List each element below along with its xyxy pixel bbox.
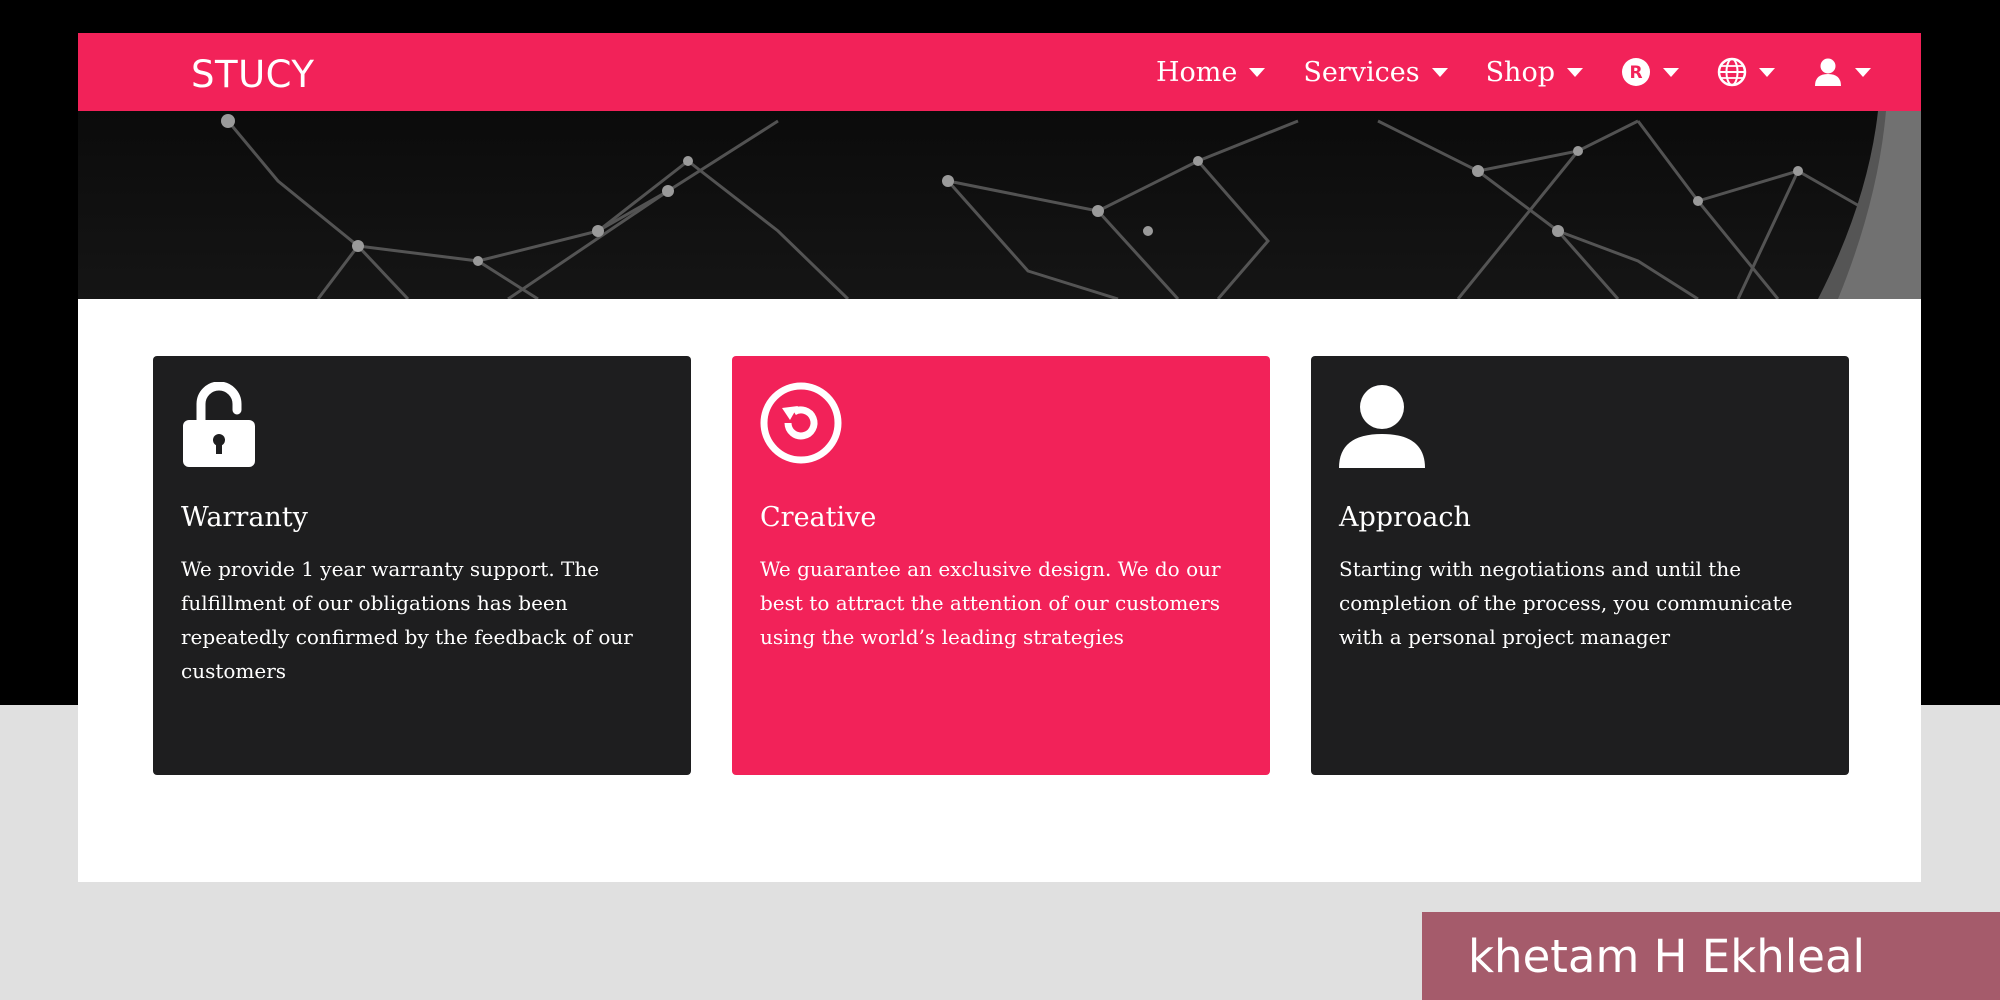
nav-item-label: Shop bbox=[1485, 56, 1555, 88]
nav-item-services[interactable]: Services bbox=[1303, 56, 1448, 88]
feature-title: Creative bbox=[760, 502, 877, 533]
caret-down-icon bbox=[1663, 67, 1679, 77]
user-icon bbox=[1815, 58, 1841, 86]
caret-down-icon bbox=[1855, 67, 1871, 77]
feature-card-creative: Creative We guarantee an exclusive desig… bbox=[732, 356, 1270, 775]
unlock-icon bbox=[183, 382, 255, 467]
nav-item-shop[interactable]: Shop bbox=[1486, 57, 1583, 88]
author-watermark: khetam H Ekhleal bbox=[1422, 912, 2000, 1000]
nav-item-label: Home bbox=[1155, 56, 1238, 88]
caret-down-icon bbox=[1249, 67, 1266, 77]
nav-item-home[interactable]: Home bbox=[1155, 56, 1266, 88]
website-frame: STUCY Home Services Shop R Warranty We p… bbox=[78, 33, 1921, 882]
nav-item-label: Services bbox=[1303, 56, 1420, 88]
hero-banner bbox=[78, 111, 1921, 299]
globe-icon bbox=[1717, 57, 1747, 87]
feature-title: Warranty bbox=[181, 502, 308, 533]
feature-description: We guarantee an exclusive design. We do … bbox=[760, 557, 1221, 649]
refresh-circle-icon bbox=[760, 382, 842, 464]
feature-description: We provide 1 year warranty support. The … bbox=[181, 557, 633, 683]
feature-description: Starting with negotiations and until the… bbox=[1339, 557, 1793, 649]
caret-down-icon bbox=[1567, 67, 1583, 77]
svg-text:R: R bbox=[1629, 63, 1642, 83]
brand-logo[interactable]: STUCY bbox=[191, 53, 314, 96]
caret-down-icon bbox=[1759, 67, 1775, 77]
user-icon bbox=[1339, 385, 1425, 468]
registered-icon: R bbox=[1622, 58, 1650, 86]
navbar: STUCY Home Services Shop R bbox=[78, 33, 1921, 111]
feature-title: Approach bbox=[1339, 502, 1471, 533]
nav-item-registered[interactable]: R bbox=[1621, 57, 1679, 87]
network-lines-background bbox=[78, 111, 1921, 299]
feature-card-warranty: Warranty We provide 1 year warranty supp… bbox=[153, 356, 691, 775]
nav-menu: Home Services Shop R bbox=[1118, 33, 1871, 111]
watermark-text: khetam H Ekhleal bbox=[1468, 930, 1866, 983]
feature-card-approach: Approach Starting with negotiations and … bbox=[1311, 356, 1849, 775]
nav-item-language[interactable] bbox=[1717, 57, 1775, 87]
nav-item-account[interactable] bbox=[1813, 57, 1871, 87]
caret-down-icon bbox=[1431, 67, 1448, 77]
